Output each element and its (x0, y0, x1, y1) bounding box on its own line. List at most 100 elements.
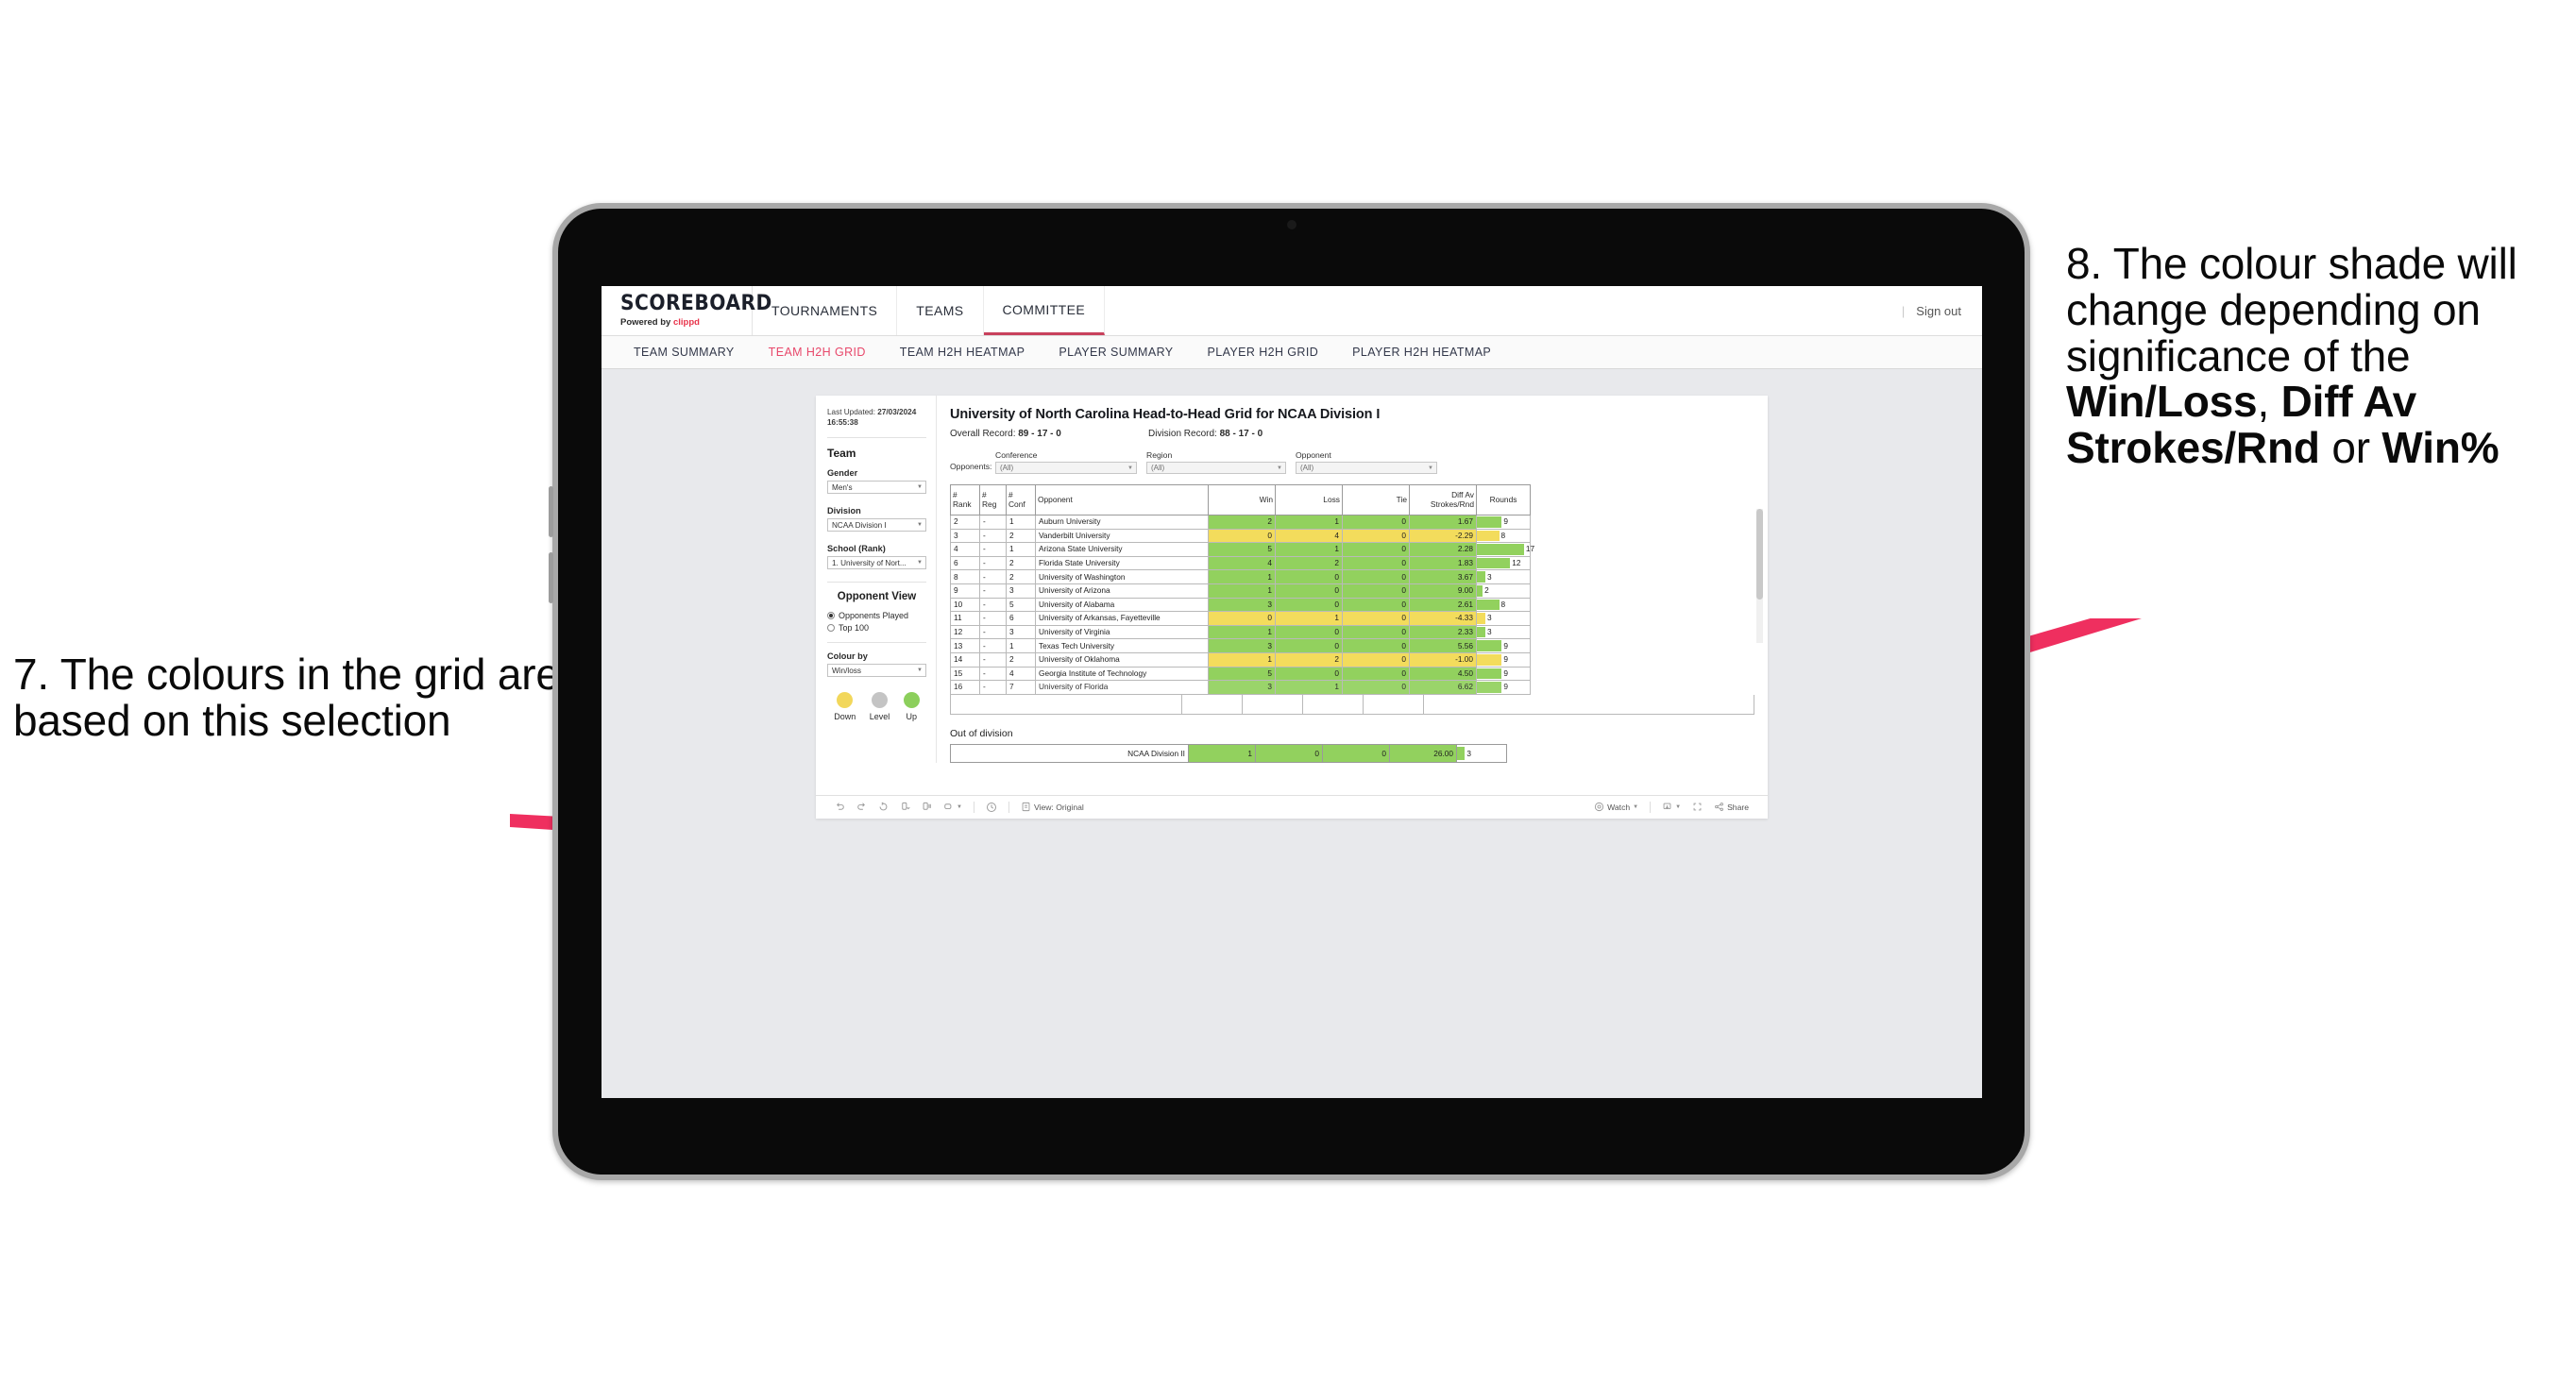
colour-by-select[interactable]: Win/loss ▼ (827, 664, 926, 678)
fullscreen-button[interactable] (1686, 802, 1708, 812)
col-rank: # Rank (950, 484, 980, 516)
cell-reg: - (979, 680, 1007, 695)
nav-committee[interactable]: COMMITTEE (983, 286, 1106, 335)
rounds-label: 3 (1486, 613, 1492, 623)
radio-opponents-played-label: Opponents Played (839, 611, 909, 621)
subnav-team-h2h-grid[interactable]: TEAM H2H GRID (752, 346, 883, 359)
cell-conf: 1 (1006, 542, 1036, 557)
share-button[interactable]: Share (1708, 802, 1754, 812)
table-row[interactable]: 14-2 University of Oklahoma 1 2 0 -1.00 9 (950, 651, 1531, 668)
filter-panel: Last Updated: 27/03/2024 16:55:38 Team G… (816, 396, 937, 763)
subnav-player-h2h-grid[interactable]: PLAYER H2H GRID (1191, 346, 1336, 359)
annotation-left: 7. The colours in the grid are based on … (13, 650, 560, 745)
rounds-label: 9 (1503, 654, 1508, 665)
table-row[interactable]: 2-1 Auburn University 2 1 0 1.67 9 (950, 515, 1531, 530)
subnav-player-summary[interactable]: PLAYER SUMMARY (1042, 346, 1190, 359)
subnav-team-summary[interactable]: TEAM SUMMARY (617, 346, 752, 359)
cell-conf: 2 (1006, 651, 1036, 668)
cell-loss: 0 (1275, 569, 1343, 584)
pan-button[interactable]: ▼ (938, 802, 968, 812)
download-button[interactable]: ▼ (1656, 802, 1686, 812)
cell-conf: 3 (1006, 583, 1036, 599)
col-loss: Loss (1275, 484, 1343, 516)
cell-loss: 1 (1275, 515, 1343, 530)
header-right: | Sign out (1902, 286, 1982, 335)
cell-diff: -1.00 (1409, 651, 1477, 668)
cell-tie: 0 (1342, 597, 1410, 613)
table-row[interactable]: 8-2 University of Washington 1 0 0 3.67 3 (950, 569, 1531, 584)
gender-select[interactable]: Men's ▼ (827, 481, 926, 495)
watch-button[interactable]: Watch ▼ (1588, 802, 1644, 812)
radio-top-100[interactable]: Top 100 (827, 623, 926, 633)
volume-down-button[interactable] (549, 552, 553, 603)
tablet-device: SCOREBOARD Powered by clippd TOURNAMENTS… (549, 203, 2030, 1180)
rounds-label: 2 (1484, 585, 1489, 596)
cell-conf: 5 (1006, 597, 1036, 613)
cell-win: 3 (1208, 638, 1276, 653)
division-select[interactable]: NCAA Division I ▼ (827, 518, 926, 532)
opponent-select[interactable]: (All) ▼ (1296, 462, 1437, 474)
cell-rank: 14 (950, 651, 980, 668)
redo-button[interactable] (851, 802, 873, 812)
view-original-button[interactable]: View: Original (1015, 802, 1090, 812)
conference-select[interactable]: (All) ▼ (995, 462, 1137, 474)
cell-rounds: 3 (1476, 624, 1531, 640)
table-row[interactable]: 12-3 University of Virginia 1 0 0 2.33 3 (950, 624, 1531, 640)
table-row[interactable]: 16-7 University of Florida 3 1 0 6.62 9 (950, 680, 1531, 695)
school-select[interactable]: 1. University of Nort... ▼ (827, 556, 926, 570)
table-row[interactable]: 9-3 University of Arizona 1 0 0 9.00 2 (950, 583, 1531, 599)
chevron-down-icon: ▼ (1277, 465, 1282, 471)
cell-win: 1 (1208, 651, 1276, 668)
annotation-right-part-5: Win% (2381, 423, 2500, 472)
refresh-button[interactable] (894, 802, 916, 812)
rounds-bar (1477, 544, 1524, 555)
cell-loss: 0 (1275, 624, 1343, 640)
history-button[interactable] (980, 802, 1003, 813)
conference-filter: Conference (All) ▼ (995, 450, 1137, 474)
table-row[interactable]: 15-4 Georgia Institute of Technology 5 0 0 4.… (950, 666, 1531, 682)
brand-logo[interactable]: SCOREBOARD Powered by clippd (602, 286, 771, 335)
cell-win: 0 (1208, 611, 1276, 626)
cell-opponent: University of Washington (1035, 569, 1209, 584)
colour-legend: Down Level Up (827, 692, 926, 721)
conference-value: (All) (1000, 464, 1014, 472)
chevron-down-icon: ▼ (917, 522, 923, 529)
table-row[interactable]: 13-1 Texas Tech University 3 0 0 5.56 9 (950, 638, 1531, 653)
cell-diff: 1.67 (1409, 515, 1477, 530)
cell-reg: - (979, 555, 1007, 571)
cell-win: 1 (1208, 624, 1276, 640)
cell-rank: 6 (950, 555, 980, 571)
cell-tie: 0 (1342, 680, 1410, 695)
cell-diff: -4.33 (1409, 611, 1477, 626)
cell-opponent: Auburn University (1035, 515, 1209, 530)
nav-tournaments[interactable]: TOURNAMENTS (753, 286, 898, 335)
cell-conf: 7 (1006, 680, 1036, 695)
cell-rounds: 3 (1476, 611, 1531, 626)
dashboard-area: Last Updated: 27/03/2024 16:55:38 Team G… (602, 369, 1982, 819)
table-row[interactable]: 6-2 Florida State University 4 2 0 1.83 12 (950, 555, 1531, 571)
cell-win: 0 (1208, 528, 1276, 544)
revert-button[interactable] (873, 802, 894, 812)
cell-rank: 16 (950, 680, 980, 695)
region-select[interactable]: (All) ▼ (1146, 462, 1286, 474)
subnav-team-h2h-heatmap[interactable]: TEAM H2H HEATMAP (883, 346, 1042, 359)
cell-opponent: Texas Tech University (1035, 638, 1209, 653)
pause-button[interactable] (916, 802, 938, 812)
nav-teams[interactable]: TEAMS (897, 286, 984, 335)
table-row[interactable]: 10-5 University of Alabama 3 0 0 2.61 8 (950, 597, 1531, 613)
undo-button[interactable] (829, 802, 851, 812)
subnav-player-h2h-heatmap[interactable]: PLAYER H2H HEATMAP (1335, 346, 1508, 359)
cell-conf: 3 (1006, 624, 1036, 640)
table-row[interactable]: 3-2 Vanderbilt University 0 4 0 -2.29 8 (950, 528, 1531, 544)
opponent-filter: Opponent (All) ▼ (1296, 450, 1437, 474)
radio-opponents-played[interactable]: Opponents Played (827, 611, 926, 620)
col-rank-l2: Rank (953, 499, 972, 509)
cell-rounds: 9 (1476, 638, 1531, 653)
table-row[interactable]: 11-6 University of Arkansas, Fayetteville… (950, 611, 1531, 626)
table-row[interactable]: 4-1 Arizona State University 5 1 0 2.28 17 (950, 542, 1534, 557)
volume-up-button[interactable] (549, 486, 553, 537)
grid-scrollbar-thumb[interactable] (1756, 509, 1763, 600)
cell-conf: 1 (1006, 638, 1036, 653)
rounds-label: 3 (1486, 626, 1492, 636)
sign-out-link[interactable]: Sign out (1916, 304, 1961, 318)
